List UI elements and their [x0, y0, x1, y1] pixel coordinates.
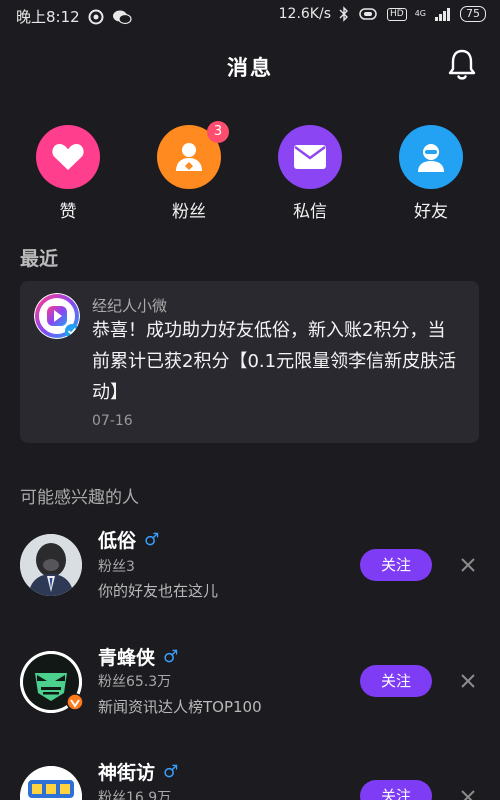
bluetooth-icon [339, 6, 348, 22]
status-bar-right: 12.6K/s HD 4G 75 [279, 6, 486, 22]
fans-count: 粉丝65.3万 [98, 674, 172, 690]
follow-button[interactable]: 关注 [360, 780, 432, 800]
person-name: 低俗 ♂ [98, 526, 159, 553]
list-item[interactable]: 低俗 ♂ 粉丝3 你的好友也在这儿 关注 [0, 522, 500, 622]
list-item[interactable]: 神街访 ♂ 粉丝16.9万 关注 [0, 756, 500, 800]
heart-icon [52, 144, 84, 170]
gorilla-avatar-image [20, 534, 82, 596]
shortcut-likes-label: 赞 [59, 202, 77, 222]
follow-button[interactable]: 关注 [360, 549, 432, 581]
suggested-section-title: 可能感兴趣的人 [20, 488, 139, 508]
fans-count: 粉丝3 [98, 559, 135, 575]
mail-icon [294, 145, 326, 169]
network-speed: 12.6K/s [278, 6, 331, 22]
person-name: 青蜂侠 ♂ [98, 643, 178, 670]
hd-badge: HD [387, 7, 407, 21]
network-type: 4G [414, 9, 426, 18]
status-bar: 晚上8:12 12.6K/s HD 4G 75 [0, 0, 500, 32]
wechat-icon [112, 10, 132, 24]
list-item[interactable]: 青蜂侠 ♂ 粉丝65.3万 新闻资讯达人榜TOP100 关注 [0, 639, 500, 739]
follow-button[interactable]: 关注 [360, 665, 432, 697]
male-icon: ♂ [163, 646, 179, 667]
header: 消息 [0, 32, 500, 98]
shortcut-likes[interactable]: 赞 [18, 125, 118, 222]
page-title: 消息 [227, 56, 273, 80]
person-name-text: 青蜂侠 [98, 647, 156, 669]
shortcut-messages-label: 私信 [293, 202, 327, 222]
recent-section-title: 最近 [20, 248, 59, 270]
street-interview-avatar-image [20, 766, 82, 800]
person-name: 神街访 ♂ [98, 758, 178, 785]
close-icon[interactable] [458, 671, 478, 691]
shortcut-fans-label: 粉丝 [172, 202, 206, 222]
verified-badge-icon [66, 693, 84, 711]
male-icon: ♂ [163, 761, 179, 782]
shortcut-friends-label: 好友 [414, 202, 448, 222]
app-notification-icon [88, 9, 104, 24]
friends-circle [399, 125, 463, 189]
battery-indicator: 75 [460, 6, 486, 22]
person-desc: 新闻资讯达人榜TOP100 [98, 698, 262, 716]
person-desc: 你的好友也在这儿 [98, 582, 219, 600]
recent-message-card[interactable]: 经纪人小微 恭喜！成功助力好友低俗，新入账2积分，当前累计已获2积分【0.1元限… [20, 281, 479, 443]
avatar [20, 766, 82, 800]
fans-badge: 3 [207, 121, 229, 143]
messages-circle [278, 125, 342, 189]
close-icon[interactable] [458, 555, 478, 575]
vibrate-icon [359, 8, 377, 20]
shortcut-row: 赞 3 粉丝 私信 好友 [0, 121, 500, 225]
fan-user-icon [176, 143, 202, 171]
agent-avatar [34, 293, 80, 339]
bell-icon[interactable] [446, 48, 478, 82]
message-sender: 经纪人小微 [92, 297, 168, 315]
avatar [20, 534, 82, 596]
signal-icon [435, 8, 450, 21]
likes-circle [36, 125, 100, 189]
agent-play-icon [34, 293, 80, 339]
close-icon[interactable] [458, 787, 478, 800]
shortcut-friends[interactable]: 好友 [381, 125, 481, 222]
friend-icon [418, 144, 444, 172]
person-name-text: 低俗 [98, 530, 137, 552]
fans-count: 粉丝16.9万 [98, 790, 172, 800]
message-date: 07-16 [92, 413, 133, 429]
status-bar-left: 晚上8:12 [16, 6, 132, 27]
message-text: 恭喜！成功助力好友低俗，新入账2积分，当前累计已获2积分【0.1元限量领李信新皮… [92, 320, 457, 403]
clock: 晚上8:12 [16, 8, 80, 26]
shortcut-messages[interactable]: 私信 [260, 125, 360, 222]
fans-circle: 3 [157, 121, 229, 189]
male-icon: ♂ [144, 529, 160, 550]
shortcut-fans[interactable]: 3 粉丝 [139, 121, 239, 222]
person-name-text: 神街访 [98, 762, 156, 784]
